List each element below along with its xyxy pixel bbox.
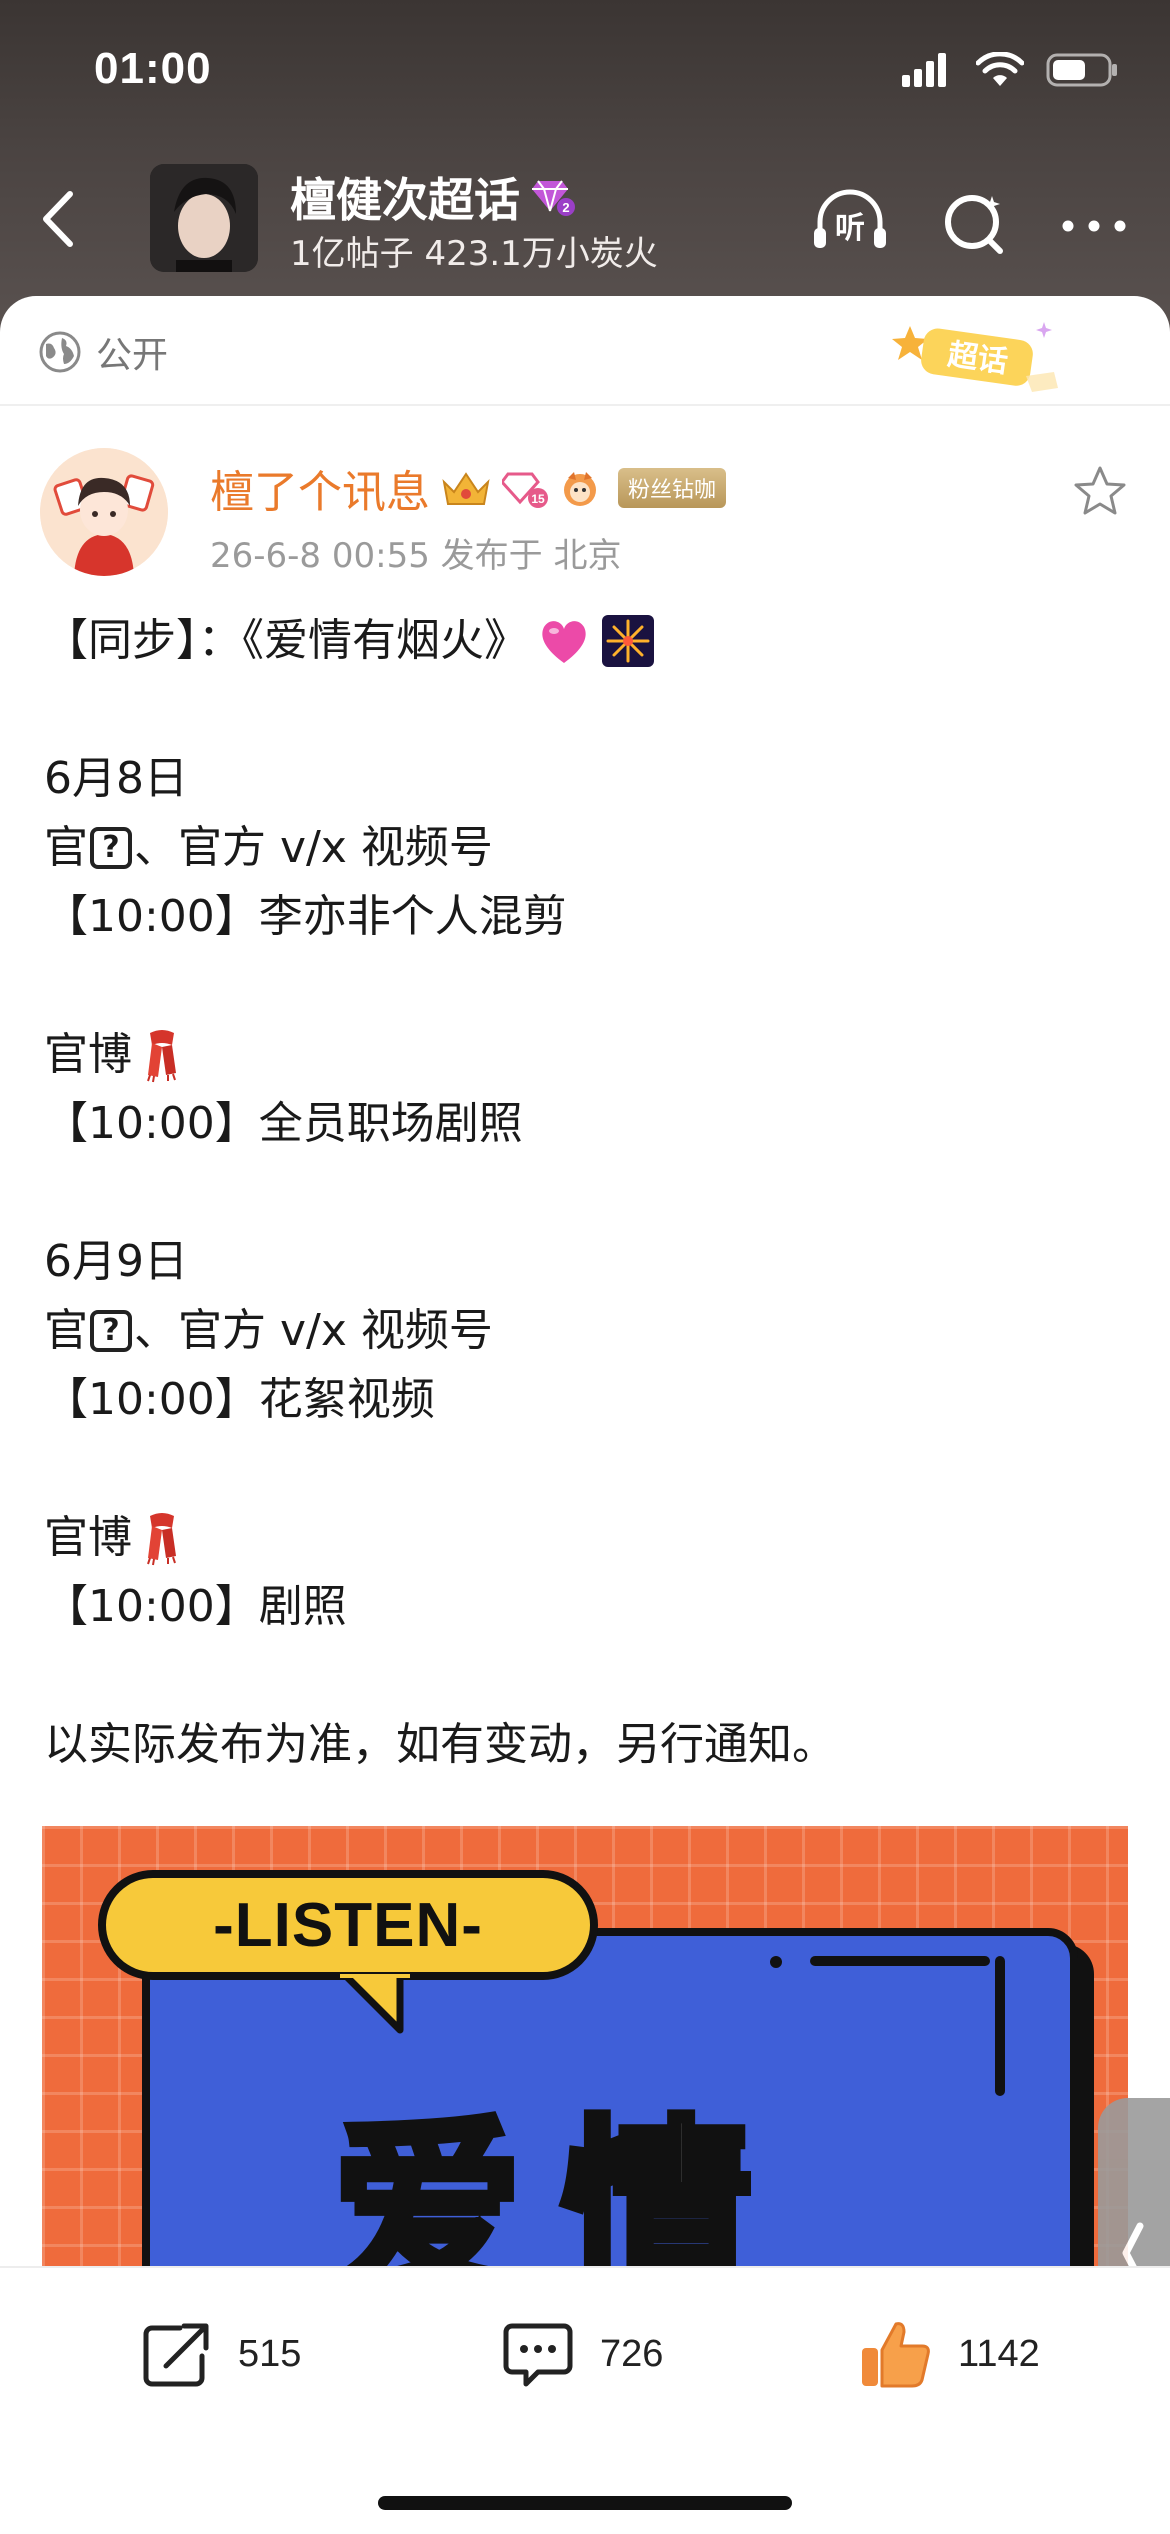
topic-stats: 1亿帖子 423.1万小炭火 [290,234,658,274]
scarf-icon [147,1512,176,1565]
chaohua-badge[interactable]: 超话 [886,312,1076,398]
share-button[interactable]: 515 [136,2314,301,2394]
schedule-line: 【10:00】李亦非个人混剪 [44,891,567,942]
share-icon [143,2323,209,2387]
author-avatar-image [40,448,168,576]
battery-icon [1046,53,1117,87]
weibo-label: 官博 [44,1029,132,1080]
post-meta: 26-6-8 00:55 发布于 北京 [210,536,622,576]
image-listen-tag: -LISTEN- [98,1870,598,1980]
member-level-number: 15 [531,492,545,506]
more-icon[interactable] [1052,180,1136,264]
author-avatar[interactable] [40,448,168,576]
platform-suffix: 、官方 v/x 视频号 [134,822,493,873]
post-body: 【同步】：《爱情有烟火》 6月8日 官 ? 、官方 v/x 视频号 【10:00… [44,606,1134,1779]
platform-line: 官 ? 、官方 v/x 视频号 [44,1296,1134,1365]
topic-title: 檀健次超话 2 [290,164,576,230]
wifi-icon [976,52,1024,86]
post-action-bar: 515 726 1142 [0,2266,1170,2534]
weibo-line: 官博 [44,1020,1134,1089]
weibo-label: 官博 [44,1512,132,1563]
post-line: 【同步】：《爱情有烟火》 [44,606,1134,675]
platform-prefix: 官 [44,822,88,873]
cellular-signal-icon [902,53,946,87]
unknown-glyph-icon: ? [90,826,132,869]
weibo-line: 官博 [44,1503,1134,1572]
like-count: 1142 [958,2332,1040,2375]
scarf-icon [147,1029,176,1082]
platform-suffix: 、官方 v/x 视频号 [134,1305,493,1356]
topic-header-row: 檀健次超话 2 1亿帖子 423.1万小炭火 听 [0,160,1170,278]
topic-header: 01:00 檀健次超话 2 1亿帖子 423.1万小炭火 听 [0,0,1170,340]
crown-icon [442,472,490,505]
comment-count: 726 [600,2332,664,2375]
comment-button[interactable]: 726 [498,2314,663,2394]
post-heading-line: 【同步】：《爱情有烟火》 [44,615,528,666]
unknown-glyph-icon: ? [90,1309,132,1352]
post-image[interactable]: -LISTEN- 爱情 [42,1826,1128,2266]
fan-badge[interactable]: 粉丝钻咖 [618,468,727,508]
topic-level-number: 2 [562,200,569,215]
share-count: 515 [238,2332,302,2375]
image-title: 爱情 [328,2100,793,2267]
date-line: 6月9日 [44,1236,188,1287]
author-name[interactable]: 檀了个讯息 [210,456,430,520]
like-button[interactable]: 1142 [856,2314,1040,2394]
visibility-label: 公开 [96,335,169,376]
schedule-line: 【10:00】剧照 [44,1581,347,1632]
thumbs-up-icon [862,2322,930,2388]
schedule-line: 【10:00】花絮视频 [44,1374,435,1425]
visibility-bar: 公开 超话 [0,296,1170,406]
comment-icon [503,2323,573,2387]
topic-name: 檀健次超话 [290,173,520,227]
author-name-row: 檀了个讯息 15 粉丝钻咖 [210,456,727,520]
listen-label: 听 [835,211,865,246]
platform-prefix: 官 [44,1305,88,1356]
topic-avatar-image [150,164,258,272]
schedule-line: 【10:00】全员职场剧照 [44,1098,523,1149]
platform-line: 官 ? 、官方 v/x 视频号 [44,813,1134,882]
notice-line: 以实际发布为准，如有变动，另行通知。 [44,1719,836,1770]
date-line: 6月8日 [44,753,188,804]
listen-button[interactable]: 听 [808,180,892,264]
mascot-badge-icon [564,472,596,506]
speech-tail-icon [340,1974,410,2034]
search-icon[interactable] [932,180,1016,264]
status-time: 01:00 [94,44,212,93]
fireworks-icon [602,614,654,667]
topic-level-diamond-icon: 2 [532,180,575,216]
globe-icon [39,331,81,373]
status-icons [902,50,1118,90]
pink-heart-icon [542,620,586,663]
back-arrow-icon[interactable] [28,184,88,254]
member-diamond-icon: 15 [502,472,548,508]
home-indicator [378,2496,792,2510]
topic-avatar[interactable] [150,164,258,272]
favorite-star-icon[interactable] [1070,462,1130,522]
